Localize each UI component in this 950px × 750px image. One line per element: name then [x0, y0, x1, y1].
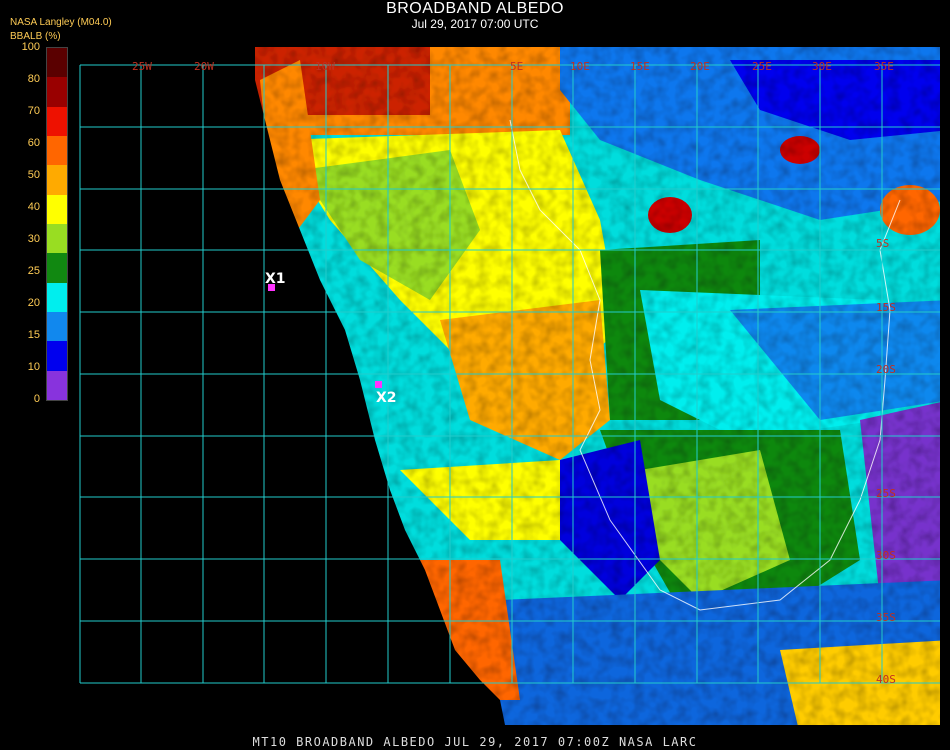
longitude-label: 15E — [630, 60, 650, 73]
longitude-label: 25W — [132, 60, 152, 73]
latitude-label: 35S — [876, 611, 896, 624]
latitude-label: 25S — [876, 487, 896, 500]
longitude-label: 35E — [874, 60, 894, 73]
latitude-label: 40S — [876, 673, 896, 686]
albedo-map: 25W 20W 10W 5E 10E 15E 20E 25E 30E 35E 5S 15S 20S 25S… — [79, 47, 940, 725]
marker-x1: X1 — [265, 271, 286, 291]
marker-x2-point — [375, 381, 382, 388]
longitude-label: 5E — [510, 60, 523, 73]
footer-caption: MT10 BROADBAND ALBEDO JUL 29, 2017 07:00… — [252, 735, 698, 749]
longitude-label: 25E — [752, 60, 772, 73]
latitude-label: 15S — [876, 301, 896, 314]
longitude-label: 20W — [194, 60, 214, 73]
longitude-label: 30E — [812, 60, 832, 73]
longitude-label: 10W — [315, 60, 335, 73]
marker-x2-label: X2 — [376, 390, 397, 406]
latitude-label: 20S — [876, 363, 896, 376]
latitude-label: 5S — [876, 237, 889, 250]
latitude-label: 30S — [876, 549, 896, 562]
marker-x1-label: X1 — [265, 271, 286, 287]
longitude-label: 20E — [690, 60, 710, 73]
albedo-field — [255, 47, 940, 725]
longitude-label: 10E — [570, 60, 590, 73]
